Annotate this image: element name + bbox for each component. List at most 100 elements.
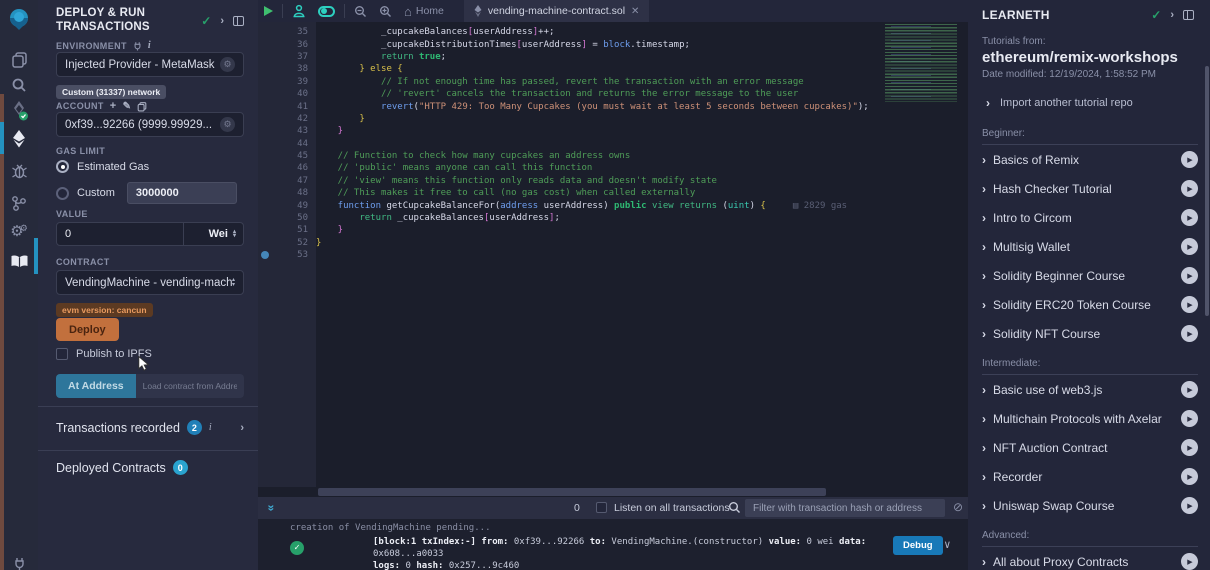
- tutorial-item[interactable]: ›All about Proxy Contracts▶: [982, 547, 1198, 570]
- add-account-icon[interactable]: +: [110, 100, 117, 112]
- code-line[interactable]: 38 } else {: [258, 63, 968, 75]
- line-number[interactable]: 38: [272, 64, 308, 74]
- solidity-compiler-icon[interactable]: [0, 96, 38, 126]
- line-number[interactable]: 46: [272, 163, 308, 173]
- editor-minimap[interactable]: [881, 24, 965, 102]
- collapse-panel-icon[interactable]: ›: [1170, 9, 1174, 21]
- publish-ipfs-checkbox[interactable]: [56, 348, 68, 360]
- tab-vending-machine-contract[interactable]: vending-machine-contract.sol ✕: [464, 0, 650, 22]
- code-line[interactable]: 49 function getCupcakeBalanceFor(address…: [258, 199, 968, 211]
- code-line[interactable]: 51 }: [258, 224, 968, 236]
- estimated-gas-option[interactable]: Estimated Gas: [56, 160, 244, 173]
- debugger-icon[interactable]: [0, 156, 38, 186]
- line-number[interactable]: 52: [272, 238, 308, 248]
- learneth-scrollbar[interactable]: [1205, 66, 1209, 316]
- line-number[interactable]: 47: [272, 176, 308, 186]
- environment-select[interactable]: Injected Provider - MetaMask ⚙: [56, 52, 244, 77]
- deploy-run-icon[interactable]: [0, 124, 38, 154]
- play-icon[interactable]: ▶: [1181, 180, 1198, 197]
- tutorial-item[interactable]: ›Recorder▶: [982, 462, 1198, 491]
- custom-gas-input[interactable]: [127, 182, 237, 204]
- expand-transactions-icon[interactable]: ›: [240, 422, 244, 434]
- publish-ipfs-option[interactable]: Publish to IPFS: [56, 348, 244, 360]
- code-line[interactable]: 41 revert("HTTP 429: Too Many Cupcakes (…: [258, 100, 968, 112]
- plug-icon[interactable]: [0, 548, 38, 570]
- ai-toggle-icon[interactable]: [312, 0, 341, 22]
- git-icon[interactable]: [0, 188, 38, 218]
- estimated-gas-radio[interactable]: [56, 160, 69, 173]
- zoom-out-icon[interactable]: [348, 0, 373, 22]
- custom-gas-option[interactable]: Custom: [56, 182, 244, 204]
- code-line[interactable]: 53: [258, 249, 968, 261]
- play-icon[interactable]: ▶: [1181, 267, 1198, 284]
- play-icon[interactable]: ▶: [1181, 439, 1198, 456]
- line-number[interactable]: 44: [272, 139, 308, 149]
- deployed-contracts-row[interactable]: Deployed Contracts 0: [56, 460, 244, 475]
- code-lines[interactable]: 35 _cupcakeBalances[userAddress]++;36 _c…: [258, 26, 968, 261]
- plugin-settings-icon[interactable]: ⚙⚙: [0, 216, 38, 246]
- environment-settings-icon[interactable]: ⚙: [220, 57, 235, 72]
- play-icon[interactable]: ▶: [1181, 497, 1198, 514]
- value-input[interactable]: [56, 222, 184, 246]
- tutorial-item[interactable]: ›Solidity NFT Course▶: [982, 319, 1198, 348]
- play-icon[interactable]: ▶: [1181, 238, 1198, 255]
- code-line[interactable]: 42 }: [258, 113, 968, 125]
- line-number[interactable]: 49: [272, 201, 308, 211]
- code-line[interactable]: 44: [258, 138, 968, 150]
- tutorial-item[interactable]: ›NFT Auction Contract▶: [982, 433, 1198, 462]
- tutorial-item[interactable]: ›Multisig Wallet▶: [982, 232, 1198, 261]
- info-icon[interactable]: i: [209, 422, 212, 433]
- line-number[interactable]: 51: [272, 225, 308, 235]
- code-line[interactable]: 48 // This makes it free to call (no gas…: [258, 187, 968, 199]
- contract-select[interactable]: VendingMachine - vending-machin ▴▾: [56, 270, 244, 295]
- remix-logo[interactable]: [0, 4, 38, 34]
- terminal-search-icon[interactable]: [728, 501, 741, 519]
- code-line[interactable]: 47 // 'view' means this function only re…: [258, 175, 968, 187]
- play-icon[interactable]: ▶: [1181, 296, 1198, 313]
- tx-summary[interactable]: [block:1 txIndex:-] from: 0xf39...92266 …: [373, 536, 883, 570]
- tutorial-item[interactable]: ›Hash Checker Tutorial▶: [982, 174, 1198, 203]
- pin-panel-icon[interactable]: [1183, 10, 1194, 20]
- tutorial-item[interactable]: ›Multichain Protocols with Axelar▶: [982, 404, 1198, 433]
- tutorial-item[interactable]: ›Intro to Circom▶: [982, 203, 1198, 232]
- code-line[interactable]: 52}: [258, 237, 968, 249]
- expand-tx-icon[interactable]: ∨: [944, 538, 951, 551]
- line-number[interactable]: 43: [272, 126, 308, 136]
- at-address-button[interactable]: At Address: [56, 374, 136, 398]
- code-line[interactable]: 40 // 'revert' cancels the transaction a…: [258, 88, 968, 100]
- run-script-icon[interactable]: [258, 0, 279, 22]
- custom-gas-radio[interactable]: [56, 187, 69, 200]
- line-number[interactable]: 40: [272, 89, 308, 99]
- import-repo-row[interactable]: › Import another tutorial repo: [986, 96, 1198, 110]
- tutorial-item[interactable]: ›Solidity Beginner Course▶: [982, 261, 1198, 290]
- play-icon[interactable]: ▶: [1181, 410, 1198, 427]
- line-number[interactable]: 48: [272, 188, 308, 198]
- home-tab[interactable]: ⌂ Home: [398, 0, 450, 22]
- line-number[interactable]: 50: [272, 213, 308, 223]
- breakpoint-cell[interactable]: [258, 251, 272, 259]
- code-line[interactable]: 43 }: [258, 125, 968, 137]
- value-unit-select[interactable]: Wei ▴▾: [184, 222, 244, 246]
- line-number[interactable]: 42: [272, 114, 308, 124]
- play-icon[interactable]: ▶: [1181, 468, 1198, 485]
- copy-account-icon[interactable]: [137, 101, 147, 112]
- tutorial-item[interactable]: ›Solidity ERC20 Token Course▶: [982, 290, 1198, 319]
- pin-panel-icon[interactable]: [233, 16, 244, 26]
- line-number[interactable]: 53: [272, 250, 308, 260]
- line-number[interactable]: 37: [272, 52, 308, 62]
- code-line[interactable]: 36 _cupcakeDistributionTimes[userAddress…: [258, 38, 968, 50]
- code-line[interactable]: 35 _cupcakeBalances[userAddress]++;: [258, 26, 968, 38]
- play-icon[interactable]: ▶: [1181, 325, 1198, 342]
- code-line[interactable]: 46 // 'public' means anyone can call thi…: [258, 162, 968, 174]
- ai-assistant-icon[interactable]: [286, 0, 312, 22]
- terminal-filter-input[interactable]: [745, 499, 945, 517]
- tutorial-item[interactable]: ›Basics of Remix▶: [982, 145, 1198, 174]
- account-settings-icon[interactable]: ⚙: [220, 117, 235, 132]
- code-line[interactable]: 39 // If not enough time has passed, rev…: [258, 76, 968, 88]
- deploy-button[interactable]: Deploy: [56, 318, 119, 341]
- horizontal-scrollbar[interactable]: [318, 488, 826, 496]
- collapse-panel-icon[interactable]: ›: [220, 15, 224, 27]
- zoom-in-icon[interactable]: [373, 0, 398, 22]
- terminal-collapse-icon[interactable]: »: [264, 505, 278, 512]
- debug-button[interactable]: Debug: [893, 536, 943, 555]
